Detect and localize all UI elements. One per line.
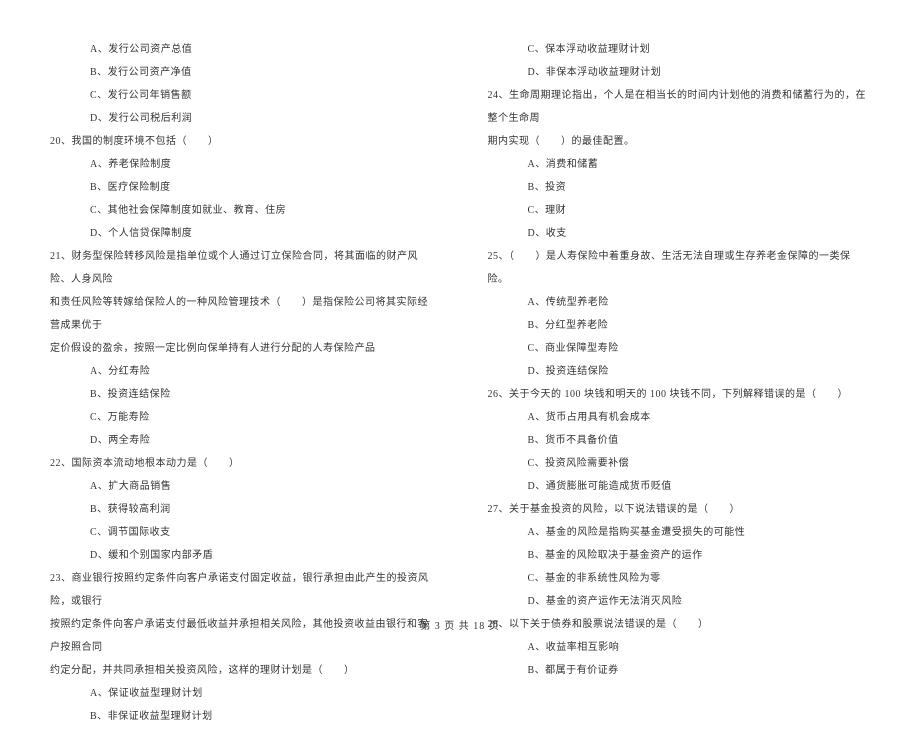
question-line: 24、生命周期理论指出，个人是在相当长的时间内计划他的消费和储蓄行为的，在整个生… bbox=[488, 84, 871, 130]
answer-option: D、投资连结保险 bbox=[488, 360, 871, 383]
exam-page: A、发行公司资产总值B、发行公司资产净值C、发行公司年销售额D、发行公司税后利润… bbox=[0, 0, 920, 748]
question-line: 27、关于基金投资的风险，以下说法错误的是（ ） bbox=[488, 498, 871, 521]
answer-option: A、收益率相互影响 bbox=[488, 636, 871, 659]
answer-option: B、医疗保险制度 bbox=[50, 176, 433, 199]
question-line: 23、商业银行按照约定条件向客户承诺支付固定收益，银行承担由此产生的投资风险，或… bbox=[50, 567, 433, 613]
question-line: 定价假设的盈余，按照一定比例向保单持有人进行分配的人寿保险产品 bbox=[50, 337, 433, 360]
answer-option: A、基金的风险是指购买基金遭受损失的可能性 bbox=[488, 521, 871, 544]
answer-option: B、发行公司资产净值 bbox=[50, 61, 433, 84]
answer-option: D、发行公司税后利润 bbox=[50, 107, 433, 130]
answer-option: C、商业保障型寿险 bbox=[488, 337, 871, 360]
question-line: 25、（ ）是人寿保险中着重身故、生活无法自理或生存养老金保障的一类保险。 bbox=[488, 245, 871, 291]
question-line: 22、国际资本流动地根本动力是（ ） bbox=[50, 452, 433, 475]
answer-option: A、消费和储蓄 bbox=[488, 153, 871, 176]
question-line: 和责任风险等转嫁给保险人的一种风险管理技术（ ）是指保险公司将其实际经营成果优于 bbox=[50, 291, 433, 337]
answer-option: D、收支 bbox=[488, 222, 871, 245]
question-line: 期内实现（ ）的最佳配置。 bbox=[488, 130, 871, 153]
question-line: 26、关于今天的 100 块钱和明天的 100 块钱不同，下列解释错误的是（ ） bbox=[488, 383, 871, 406]
answer-option: C、调节国际收支 bbox=[50, 521, 433, 544]
answer-option: C、基金的非系统性风险为零 bbox=[488, 567, 871, 590]
answer-option: A、扩大商品销售 bbox=[50, 475, 433, 498]
question-line: 20、我国的制度环境不包括（ ） bbox=[50, 130, 433, 153]
answer-option: B、都属于有价证券 bbox=[488, 659, 871, 682]
answer-option: A、传统型养老险 bbox=[488, 291, 871, 314]
answer-option: B、投资连结保险 bbox=[50, 383, 433, 406]
answer-option: D、非保本浮动收益理财计划 bbox=[488, 61, 871, 84]
question-line: 21、财务型保险转移风险是指单位或个人通过订立保险合同，将其面临的财产风险、人身… bbox=[50, 245, 433, 291]
answer-option: D、两全寿险 bbox=[50, 429, 433, 452]
answer-option: B、非保证收益型理财计划 bbox=[50, 705, 433, 728]
answer-option: A、保证收益型理财计划 bbox=[50, 682, 433, 705]
answer-option: A、发行公司资产总值 bbox=[50, 38, 433, 61]
answer-option: A、养老保险制度 bbox=[50, 153, 433, 176]
answer-option: B、投资 bbox=[488, 176, 871, 199]
answer-option: C、理财 bbox=[488, 199, 871, 222]
answer-option: B、货币不具备价值 bbox=[488, 429, 871, 452]
question-line: 约定分配，并共同承担相关投资风险，这样的理财计划是（ ） bbox=[50, 659, 433, 682]
answer-option: D、个人信贷保障制度 bbox=[50, 222, 433, 245]
answer-option: A、分红寿险 bbox=[50, 360, 433, 383]
answer-option: B、基金的风险取决于基金资产的运作 bbox=[488, 544, 871, 567]
answer-option: C、发行公司年销售额 bbox=[50, 84, 433, 107]
answer-option: C、投资风险需要补偿 bbox=[488, 452, 871, 475]
answer-option: D、通货膨胀可能造成货币贬值 bbox=[488, 475, 871, 498]
answer-option: B、获得较高利润 bbox=[50, 498, 433, 521]
answer-option: C、万能寿险 bbox=[50, 406, 433, 429]
page-footer: 第 3 页 共 18 页 bbox=[0, 617, 920, 632]
answer-option: B、分红型养老险 bbox=[488, 314, 871, 337]
answer-option: D、缓和个别国家内部矛盾 bbox=[50, 544, 433, 567]
answer-option: A、货币占用具有机会成本 bbox=[488, 406, 871, 429]
answer-option: D、基金的资产运作无法消灭风险 bbox=[488, 590, 871, 613]
answer-option: C、其他社会保障制度如就业、教育、住房 bbox=[50, 199, 433, 222]
answer-option: C、保本浮动收益理财计划 bbox=[488, 38, 871, 61]
